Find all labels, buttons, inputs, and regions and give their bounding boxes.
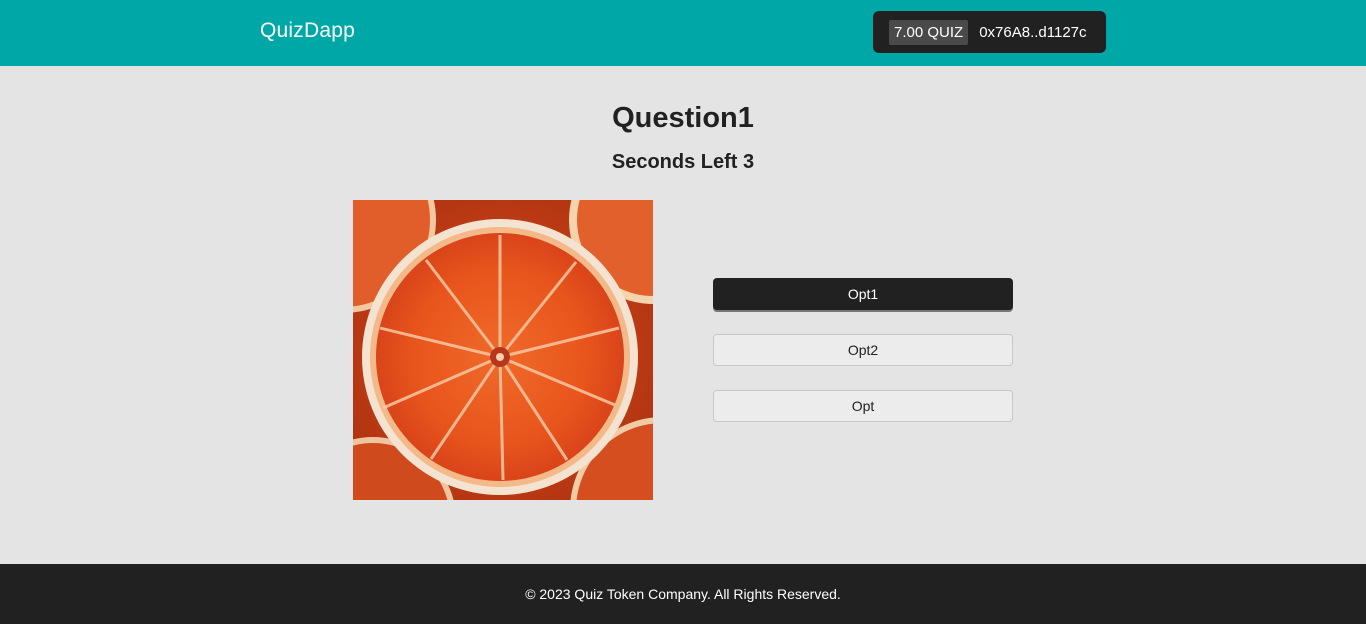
option-button-2[interactable]: Opt2 xyxy=(713,334,1013,366)
countdown-timer: Seconds Left 3 xyxy=(611,151,755,173)
copyright-text: © 2023 Quiz Token Company. All Rights Re… xyxy=(525,586,841,602)
brand-logo[interactable]: QuizDapp xyxy=(260,19,355,43)
wallet-button[interactable]: 7.00 QUIZ 0x76A8..d1127c xyxy=(873,11,1106,53)
navbar: QuizDapp 7.00 QUIZ 0x76A8..d1127c xyxy=(0,0,1366,66)
option-button-1[interactable]: Opt1 xyxy=(713,278,1013,310)
question-title: Question1 xyxy=(612,102,754,134)
token-balance: 7.00 QUIZ xyxy=(889,19,969,45)
question-image xyxy=(353,200,653,500)
option-button-3[interactable]: Opt xyxy=(713,390,1013,422)
footer: © 2023 Quiz Token Company. All Rights Re… xyxy=(0,564,1366,624)
wallet-address: 0x76A8..d1127c xyxy=(979,23,1087,41)
orange-slice-image xyxy=(353,200,653,500)
